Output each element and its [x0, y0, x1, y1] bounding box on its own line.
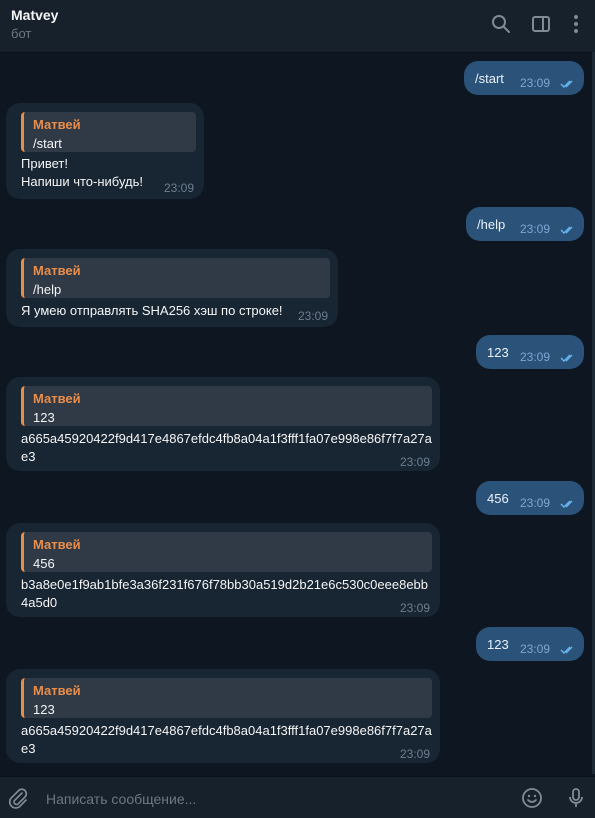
quote-text: /start — [33, 136, 62, 151]
message-text: a665a45920422f9d417e4867efdc4fb8a04a1f3f… — [21, 431, 432, 464]
message-text: a665a45920422f9d417e4867efdc4fb8a04a1f3f… — [21, 723, 432, 756]
message-text: 123 — [487, 637, 509, 652]
incoming-message[interactable]: Матвей 456 b3a8e0e1f9ab1bfe3a36f231f676f… — [6, 523, 440, 617]
message-text: Я умею отправлять SHA256 хэш по строке! — [21, 303, 283, 318]
quote-author: Матвей — [33, 537, 81, 552]
message-composer: Написать сообщение... — [0, 776, 595, 818]
read-checkmarks-icon — [560, 354, 573, 363]
message-text: Привет! Напиши что-нибудь! — [21, 156, 144, 189]
quote-author: Матвей — [33, 263, 81, 278]
reply-quote[interactable]: Матвей /help — [21, 258, 330, 298]
message-text: 123 — [487, 345, 509, 360]
read-checkmarks-icon — [560, 646, 573, 655]
message-input[interactable]: Написать сообщение... — [46, 791, 196, 807]
attach-icon[interactable] — [6, 786, 30, 810]
outgoing-message[interactable]: 456 23:09 — [476, 481, 584, 515]
quote-author: Матвей — [33, 391, 81, 406]
message-time: 23:09 — [520, 642, 551, 656]
quote-text: /help — [33, 282, 62, 297]
message-list: /start 23:09 Матвей /start Привет! Напиш… — [0, 53, 595, 775]
quote-text: 456 — [33, 556, 55, 571]
outgoing-message[interactable]: /help 23:09 — [466, 207, 584, 241]
message-text: /help — [477, 217, 506, 232]
message-time: 23:09 — [520, 496, 551, 510]
message-time: 23:09 — [520, 76, 551, 90]
message-text: b3a8e0e1f9ab1bfe3a36f231f676f78bb30a519d… — [21, 577, 429, 610]
sidebar-toggle-icon[interactable] — [530, 13, 552, 35]
message-time: 23:09 — [400, 747, 431, 761]
outgoing-message[interactable]: /start 23:09 — [464, 61, 584, 95]
search-icon[interactable] — [490, 13, 512, 35]
quote-text: 123 — [33, 410, 55, 425]
read-checkmarks-icon — [560, 80, 573, 89]
incoming-message[interactable]: Матвей /help Я умею отправлять SHA256 хэ… — [6, 249, 338, 327]
incoming-message[interactable]: Матвей /start Привет! Напиши что-нибудь!… — [6, 103, 204, 199]
quote-author: Матвей — [33, 117, 81, 132]
microphone-icon[interactable] — [564, 786, 588, 810]
message-time: 23:09 — [400, 601, 431, 615]
chat-header: Matvey бот — [0, 0, 595, 53]
message-time: 23:09 — [520, 222, 551, 236]
quote-text: 123 — [33, 702, 55, 717]
message-time: 23:09 — [298, 309, 329, 323]
chat-title[interactable]: Matvey — [11, 7, 58, 23]
incoming-message[interactable]: Матвей 123 a665a45920422f9d417e4867efdc4… — [6, 377, 440, 471]
message-time: 23:09 — [400, 455, 431, 469]
read-checkmarks-icon — [560, 226, 573, 235]
message-time: 23:09 — [520, 350, 551, 364]
reply-quote[interactable]: Матвей 123 — [21, 678, 432, 718]
reply-quote[interactable]: Матвей 123 — [21, 386, 432, 426]
chat-subtitle: бот — [11, 26, 32, 41]
incoming-message[interactable]: Матвей 123 a665a45920422f9d417e4867efdc4… — [6, 669, 440, 763]
reply-quote[interactable]: Матвей 456 — [21, 532, 432, 572]
emoji-icon[interactable] — [520, 786, 544, 810]
reply-quote[interactable]: Матвей /start — [21, 112, 196, 152]
message-text: 456 — [487, 491, 509, 506]
outgoing-message[interactable]: 123 23:09 — [476, 335, 584, 369]
quote-author: Матвей — [33, 683, 81, 698]
outgoing-message[interactable]: 123 23:09 — [476, 627, 584, 661]
more-vertical-icon[interactable] — [565, 13, 587, 35]
read-checkmarks-icon — [560, 500, 573, 509]
message-text: /start — [475, 71, 504, 86]
message-time: 23:09 — [164, 181, 195, 195]
